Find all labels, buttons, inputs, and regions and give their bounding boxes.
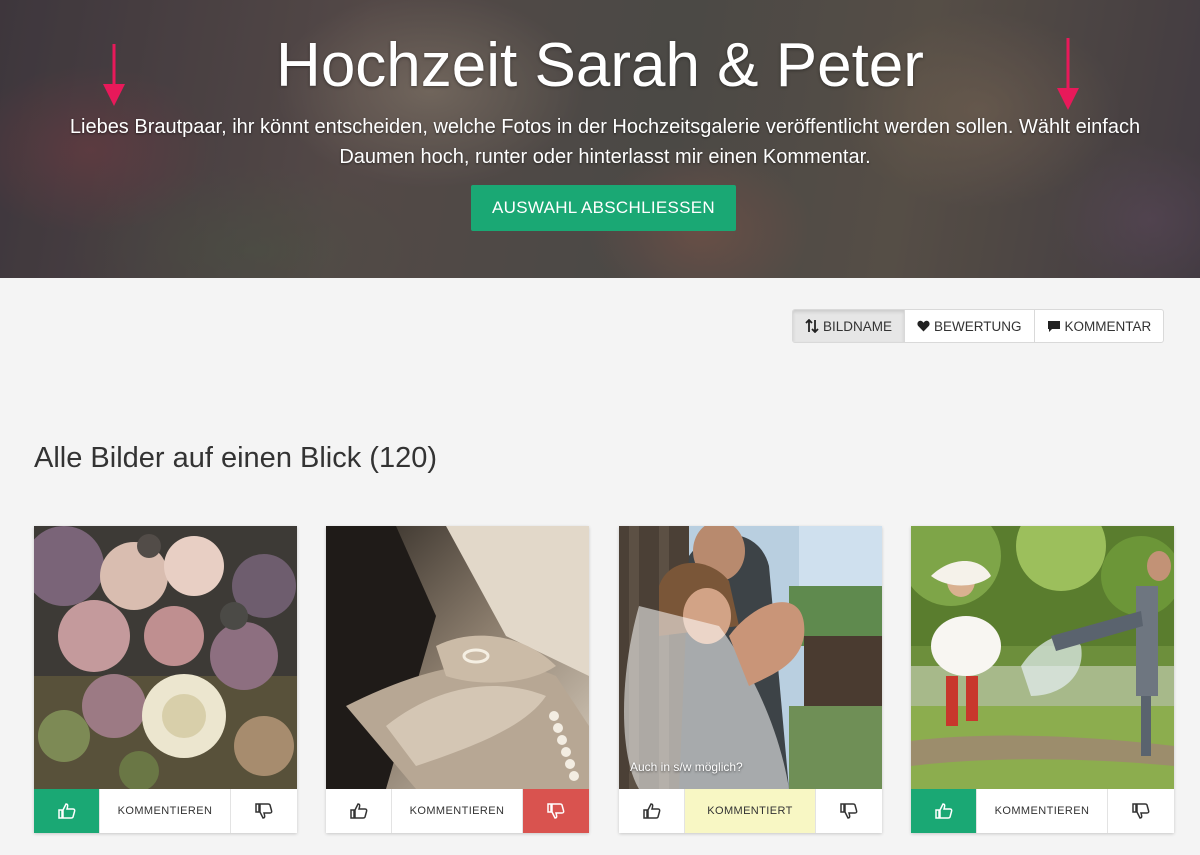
sort-arrows-icon (805, 319, 819, 333)
comment-button[interactable]: KOMMENTIEREN (100, 789, 231, 833)
comment-button[interactable]: KOMMENTIEREN (392, 789, 523, 833)
photo-thumbnail-couple-jump[interactable] (911, 526, 1174, 789)
page-title: Hochzeit Sarah & Peter (276, 31, 924, 100)
gallery-heading: Alle Bilder auf einen Blick (120) (34, 442, 437, 474)
thumbs-down-icon (547, 803, 565, 819)
thumbs-down-button[interactable] (1108, 789, 1174, 833)
hero-intro-text: Liebes Brautpaar, ihr könnt entscheiden,… (69, 116, 1141, 168)
comment-icon (1047, 320, 1060, 332)
heart-icon (917, 320, 930, 332)
commented-button[interactable]: KOMMENTIERT (685, 789, 816, 833)
sort-by-rating-label: BEWERTUNG (934, 318, 1022, 334)
finish-selection-button[interactable]: AUSWAHL ABSCHLIESSEN (471, 185, 736, 231)
thumbs-down-icon (255, 803, 273, 819)
thumbs-up-icon (57, 803, 75, 819)
thumbs-up-button[interactable] (326, 789, 392, 833)
thumbs-up-button[interactable] (34, 789, 100, 833)
card-actions: KOMMENTIERT (619, 789, 882, 833)
sort-by-name-button[interactable]: BILDNAME (793, 310, 906, 342)
photo-card: KOMMENTIEREN (326, 526, 589, 833)
photo-thumbnail-rings[interactable] (326, 526, 589, 789)
sort-by-name-label: BILDNAME (823, 318, 893, 334)
sort-by-rating-button[interactable]: BEWERTUNG (905, 310, 1035, 342)
thumbs-down-button[interactable] (523, 789, 589, 833)
thumbs-up-button[interactable] (619, 789, 685, 833)
sort-button-group: BILDNAME BEWERTUNG KOMMENTAR (792, 309, 1165, 343)
hero-banner: Hochzeit Sarah & Peter Liebes Brautpaar,… (0, 0, 1200, 278)
photo-card: Auch in s/w möglich? KOMMENTIERT (619, 526, 882, 833)
thumbs-down-icon (1132, 803, 1150, 819)
photo-thumbnail-couple-veil[interactable] (619, 526, 882, 789)
thumbs-up-button[interactable] (911, 789, 977, 833)
thumbs-up-icon (349, 803, 367, 819)
comment-button[interactable]: KOMMENTIEREN (977, 789, 1108, 833)
card-actions: KOMMENTIEREN (326, 789, 589, 833)
photo-card: KOMMENTIEREN (34, 526, 297, 833)
thumbs-up-icon (934, 803, 952, 819)
annotation-arrow-icon (103, 44, 125, 106)
sort-by-comment-label: KOMMENTAR (1064, 318, 1152, 334)
annotation-arrow-icon (1057, 38, 1079, 110)
thumbs-up-icon (642, 803, 660, 819)
thumbs-down-button[interactable] (816, 789, 882, 833)
thumbs-down-button[interactable] (231, 789, 297, 833)
card-actions: KOMMENTIEREN (911, 789, 1174, 833)
photo-card: KOMMENTIEREN (911, 526, 1174, 833)
photo-comment-caption: Auch in s/w möglich? (630, 760, 743, 774)
card-actions: KOMMENTIEREN (34, 789, 297, 833)
photo-thumbnail-bouquet[interactable] (34, 526, 297, 789)
thumbs-down-icon (840, 803, 858, 819)
sort-by-comment-button[interactable]: KOMMENTAR (1035, 310, 1164, 342)
